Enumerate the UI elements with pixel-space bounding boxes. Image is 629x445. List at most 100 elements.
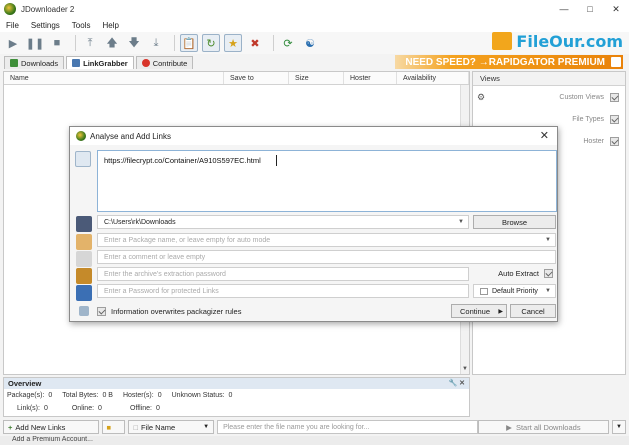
file-name-filter-label: File Name [141,422,176,432]
move-down-icon[interactable]: 🡇 [125,34,143,52]
lock-icon [76,285,92,301]
protected-password-input[interactable]: Enter a Password for protected Links [97,284,469,298]
priority-label: Default Priority [492,287,538,295]
package-name-input[interactable]: Enter a Package name, or leave empty for… [97,233,556,247]
dialog-close-icon[interactable]: ✕ [540,129,549,142]
views-hoster-label: Hoster [583,137,604,145]
comment-input[interactable]: Enter a comment or leave empty [97,250,556,264]
unknown-status-value: 0 [228,392,233,399]
start-all-downloads-button[interactable]: ▶ Start all Downloads [477,420,610,434]
bottom-options-button[interactable]: ▼ [612,420,626,434]
maximize-icon[interactable]: □ [577,0,603,18]
play-icon[interactable]: ▶ [4,34,22,52]
window-title: JDownloader 2 [21,4,75,14]
tab-downloads[interactable]: Downloads [4,56,65,69]
clipboard-observer-icon[interactable]: 📋 [180,34,198,52]
tab-linkgrabber[interactable]: LinkGrabber [66,56,134,69]
packages-label: Package(s): [7,392,45,399]
column-hoster[interactable]: Hoster [344,72,397,84]
status-bar: Add a Premium Account... [0,436,629,445]
priority-select[interactable]: Default Priority ▼ [473,284,556,298]
search-input[interactable]: Please enter the file name you are looki… [217,420,478,434]
status-text[interactable]: Add a Premium Account... [12,436,93,443]
overview-header-icons: 🔧 ✕ [448,379,465,387]
save-to-field[interactable]: C:\Users\rk\Downloads ▼ [97,215,469,229]
bottom-bar: + Add New Links ■ □ File Name ▼ Please e… [0,419,629,435]
app-logo-icon [76,131,86,141]
dialog-title-bar: Analyse and Add Links ✕ [70,127,557,145]
column-name[interactable]: Name [4,72,224,84]
minimize-icon[interactable]: — [551,0,577,18]
move-up-icon[interactable]: 🡅 [103,34,121,52]
toolbar-divider [273,35,274,51]
close-icon[interactable]: ✕ [603,0,629,18]
auto-extract-checkbox[interactable] [544,269,553,278]
reconnect-icon[interactable]: ⟳ [279,34,297,52]
hosters-value: 0 [157,392,162,399]
chevron-down-icon[interactable]: ▼ [545,237,551,243]
app-window: JDownloader 2 — □ ✕ File Settings Tools … [0,0,629,445]
wrench-icon[interactable]: 🔧 [448,380,457,387]
archive-password-input[interactable]: Enter the archive's extraction password [97,267,469,281]
promo-text: NEED SPEED? →RAPIDGATOR PREMIUM [405,56,605,68]
update-icon[interactable]: ☯ [301,34,319,52]
gear-icon[interactable]: ⚙ [477,92,485,103]
scroll-down-icon[interactable]: ▼ [462,366,468,372]
views-filetypes-checkbox[interactable] [610,114,619,124]
menu-settings[interactable]: Settings [31,21,60,30]
views-custom-label: Custom Views [559,93,604,101]
promo-banner[interactable]: NEED SPEED? →RAPIDGATOR PREMIUM [395,55,623,69]
overview-panel: Overview 🔧 ✕ Package(s): 0 Total Bytes: … [3,377,470,417]
comment-icon [76,251,92,267]
auto-extract-toggle[interactable]: Auto Extract [498,269,553,278]
add-new-links-button[interactable]: + Add New Links [3,420,99,434]
cancel-button[interactable]: Cancel [510,304,556,318]
links-textarea[interactable]: https://filecrypt.co/Container/A910S597E… [97,150,557,212]
menu-file[interactable]: File [6,21,19,30]
continue-button[interactable]: Continue ▶ [451,304,507,318]
file-name-filter[interactable]: □ File Name ▼ [128,420,215,434]
folder-filter-button[interactable]: ■ [101,420,126,434]
move-top-icon[interactable]: ⤒ [81,34,99,52]
views-title: Views [473,72,625,86]
package-icon [76,234,92,250]
tab-linkgrabber-label: LinkGrabber [83,58,128,68]
browse-button[interactable]: Browse [473,215,556,229]
online-label: Online: [71,405,95,412]
column-size[interactable]: Size [289,72,344,84]
silent-mode-icon[interactable]: ✖ [246,34,264,52]
packages-value: 0 [48,392,53,399]
close-overview-icon[interactable]: ✕ [459,380,465,387]
overwrite-rules-option[interactable]: Information overwrites packagizer rules [97,307,241,316]
auto-reconnect-icon[interactable]: ↻ [202,34,220,52]
chevron-down-icon[interactable]: ▼ [545,288,551,294]
stop-icon[interactable]: ■ [48,34,66,52]
total-bytes-value: 0 B [102,392,113,399]
chevron-down-icon[interactable]: ▼ [458,219,464,225]
close-promo-icon[interactable] [611,57,621,67]
premium-icon[interactable]: ★ [224,34,242,52]
column-save-to[interactable]: Save to [224,72,289,84]
views-filetypes-label: File Types [572,115,604,123]
chevron-right-icon[interactable]: ▶ [498,308,503,315]
pause-icon[interactable]: ❚❚ [26,34,44,52]
views-hoster-checkbox[interactable] [610,136,619,146]
menu-help[interactable]: Help [102,21,118,30]
column-availability[interactable]: Availability [397,72,469,84]
tab-downloads-label: Downloads [21,58,59,68]
chevron-down-icon: ▼ [203,424,210,430]
move-bottom-icon[interactable]: ⤓ [147,34,165,52]
linkgrabber-icon [72,59,81,67]
links-value: 0 [43,405,48,412]
menu-tools[interactable]: Tools [72,21,91,30]
play-small-icon: ▶ [506,422,512,432]
tab-contribute[interactable]: Contribute [135,56,194,69]
comment-placeholder: Enter a comment or leave empty [104,253,206,261]
overwrite-rules-checkbox[interactable] [97,307,106,316]
auto-extract-label: Auto Extract [498,269,539,278]
save-disk-icon [76,216,92,232]
overview-title: Overview [8,379,42,388]
protected-password-placeholder: Enter a Password for protected Links [104,287,219,295]
views-custom-checkbox[interactable] [610,92,619,102]
tab-contribute-label: Contribute [152,58,188,68]
